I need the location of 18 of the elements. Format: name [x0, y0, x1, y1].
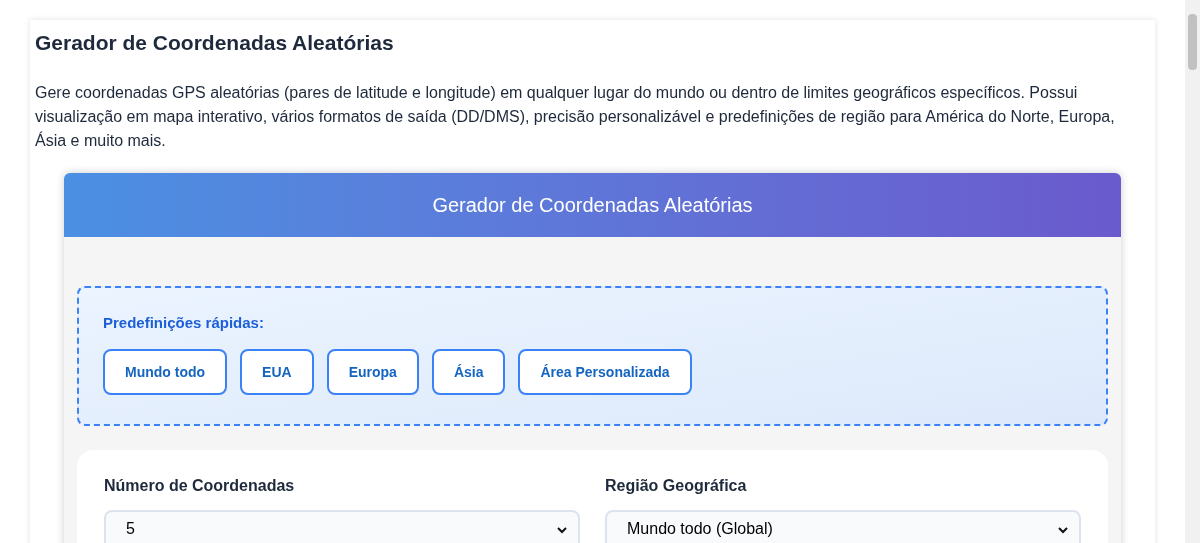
select-field[interactable]: 5 — [104, 510, 580, 543]
preset-button[interactable]: Mundo todo — [103, 349, 228, 395]
page-title: Gerador de Coordenadas Aleatórias — [35, 30, 395, 56]
field-label: Número de Coordenadas — [104, 476, 296, 496]
preset-button[interactable]: Europa — [326, 349, 419, 395]
field-label: Região Geográfica — [605, 476, 748, 496]
preset-button[interactable]: Área Personalizada — [518, 349, 692, 395]
tool-title: Gerador de Coordenadas Aleatórias — [432, 193, 753, 218]
preset-button[interactable]: Ásia — [431, 349, 506, 395]
scrollbar[interactable] — [1185, 0, 1200, 543]
select-value: Mundo todo (Global) — [627, 519, 773, 539]
presets-label: Predefinições rápidas: — [103, 313, 265, 333]
chevron-down-icon — [1057, 526, 1069, 534]
preset-button[interactable]: EUA — [240, 349, 314, 395]
description-text: Gere coordenadas GPS aleatórias (pares de latitude e longitude) em qualquer lugar do mundo ou dentro de limites geográficos específicos. Possui visualização em mapa interativo, vários formatos de saída (DD/DMS), precisão personalizável e predefinições de região para América do Norte, Europa, Ásia e muito mais. — [35, 83, 1116, 151]
select-value: 5 — [126, 519, 135, 539]
chevron-down-icon — [556, 526, 568, 534]
select-field[interactable]: Mundo todo (Global) — [605, 510, 1081, 543]
